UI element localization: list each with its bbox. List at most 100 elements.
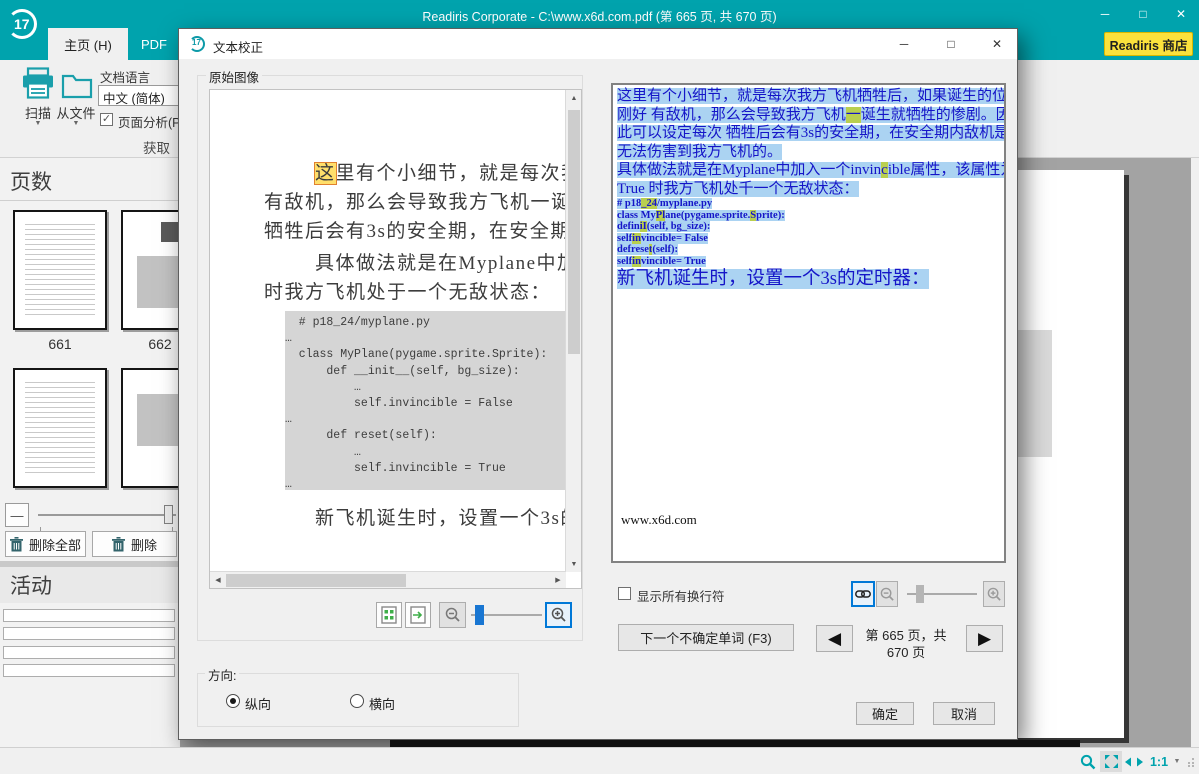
dialog-logo-number: 17 [192, 38, 201, 47]
zoom-ratio-label[interactable]: 1:1 [1146, 751, 1172, 772]
pages-separator [0, 200, 180, 201]
ocr-line[interactable]: selfinvincible= False [613, 233, 1004, 245]
ocr-footer-text: www.x6d.com [621, 512, 697, 528]
app-logo: 17 [0, 0, 48, 60]
original-image-viewer: 这里有个小细节，就是每次我方飞机 有敌机，那么会导致我方飞机一诞生就牺 牺牲后会… [209, 89, 582, 589]
thumbnail-zoom-slider-handle[interactable] [164, 505, 173, 524]
ocr-segment: 无法伤害到我方飞机的。 [617, 144, 782, 160]
readiris-store-button[interactable]: Readiris 商店 [1104, 32, 1193, 56]
search-zoom-icon[interactable] [1078, 751, 1098, 772]
page-analysis-checkbox[interactable]: ✓ [100, 113, 113, 126]
ok-button[interactable]: 确定 [856, 702, 914, 725]
dialog-maximize-button[interactable]: □ [931, 29, 971, 59]
scroll-down-icon[interactable]: ▼ [566, 558, 582, 570]
ocr-segment: 新飞机诞生时，设置一个3s的定时器： [617, 269, 929, 289]
next-uncertain-word-button[interactable]: 下一个不确定单词 (F3) [618, 624, 794, 651]
page-thumbnail-663[interactable] [13, 368, 107, 488]
scan-line-4: 具体做法就是在Myplane中加入一个in [315, 248, 566, 275]
scanned-page[interactable]: 这里有个小细节，就是每次我方飞机 有敌机，那么会导致我方飞机一诞生就牺 牺牲后会… [210, 90, 566, 572]
scan-code-line: … [285, 445, 566, 461]
landscape-radio[interactable] [350, 694, 364, 708]
viewer-zoom-slider-handle[interactable] [475, 605, 484, 625]
link-panels-button[interactable] [851, 581, 875, 607]
portrait-radio[interactable] [226, 694, 240, 708]
ocr-segment: 具体做法就是在Myplane中加入一个invin [617, 162, 881, 178]
ocr-line[interactable]: selfinvincible= True [613, 256, 1004, 268]
show-breaks-checkbox[interactable] [618, 587, 631, 600]
scan-code-line: … [285, 477, 566, 490]
thumbnail-content [25, 382, 95, 474]
scan-code-line: … [285, 331, 566, 347]
window-close-button[interactable]: ✕ [1164, 0, 1198, 28]
chain-link-icon [855, 589, 871, 599]
magnifier-plus-icon [987, 587, 1002, 602]
ocr-line[interactable]: definiI(self, bg_size): [613, 221, 1004, 233]
vertical-scroll-thumb[interactable] [568, 110, 580, 354]
thumbnail-image-block [137, 256, 181, 308]
ocr-segment: class My [617, 210, 656, 221]
horizontal-scroll-thumb[interactable] [226, 574, 406, 587]
ocr-line[interactable]: # p18_24/myplane.py [613, 198, 1004, 210]
text-correction-dialog: 17 文本校正 ─ □ ✕ 原始图像 这里有个小细节，就是每次我方飞机 有敌机，… [178, 28, 1018, 740]
window-maximize-button[interactable]: □ [1126, 0, 1160, 28]
tab-home[interactable]: 主页 (H) [48, 28, 128, 60]
uncertain-word: c [881, 162, 888, 178]
ocr-line[interactable]: 此可以设定每次 牺牲后会有3s的安全期，在安全期内敌机是 [613, 124, 1004, 143]
doc-language-label: 文档语言 [100, 67, 150, 86]
text-zoom-slider-handle[interactable] [916, 585, 924, 603]
radio-dot [230, 698, 236, 704]
scroll-up-icon[interactable]: ▲ [566, 92, 582, 104]
uncertain-word: in [632, 233, 641, 244]
ocr-segment: vincible= True [641, 256, 706, 267]
viewer-zoom-in-button[interactable] [545, 602, 572, 628]
ocr-line[interactable]: defreset(self): [613, 244, 1004, 256]
next-page-button[interactable]: ▶ [966, 625, 1003, 652]
scroll-left-icon[interactable]: ◀ [212, 572, 224, 588]
magnifier-minus-icon [880, 587, 895, 602]
scan-code-line: def reset(self): [285, 428, 566, 444]
vertical-scrollbar[interactable]: ▲ ▼ [565, 90, 581, 572]
viewer-zoom-out-button[interactable] [439, 602, 466, 628]
ocr-line[interactable]: 刚好 有敌机，那么会导致我方飞机一诞生就牺牲的惨剧。因 [613, 106, 1004, 125]
language-select[interactable]: 中文 (简体) [98, 85, 180, 106]
ocr-line[interactable]: 这里有个小细节，就是每次我方飞机牺牲后，如果诞生的位置 [613, 87, 1004, 106]
ocr-text-panel[interactable]: 这里有个小细节，就是每次我方飞机牺牲后，如果诞生的位置刚好 有敌机，那么会导致我… [611, 83, 1006, 563]
direction-group: 纵向 横向 [197, 673, 519, 727]
tab-pdf[interactable]: PDF [128, 28, 180, 60]
text-zoom-in-button[interactable] [983, 581, 1005, 607]
zoom-dropdown-icon[interactable]: ▼ [1172, 751, 1182, 772]
fit-width-view-button[interactable] [405, 602, 431, 628]
activity-progress-bar [3, 664, 175, 677]
ocr-line[interactable]: class MyPlane(pygame.sprite.Sprite): [613, 210, 1004, 222]
delete-all-button[interactable]: 删除全部 [5, 531, 86, 557]
previous-page-button[interactable]: ◀ [816, 625, 853, 652]
ocr-line[interactable]: 无法伤害到我方飞机的。 [613, 143, 1004, 162]
page-analysis-view-button[interactable] [376, 602, 402, 628]
window-minimize-button[interactable]: ─ [1088, 0, 1122, 28]
ocr-segment: self [617, 256, 632, 267]
scroll-right-icon[interactable]: ▶ [552, 572, 564, 588]
ocr-text: 这里有个小细节，就是每次我方飞机牺牲后，如果诞生的位置刚好 有敌机，那么会导致我… [613, 85, 1004, 291]
fit-width-button[interactable] [1124, 751, 1144, 772]
original-image-label: 原始图像 [206, 67, 262, 86]
resize-grip[interactable] [1184, 751, 1196, 772]
acquire-group-label: 获取 [60, 137, 170, 157]
thumbnail-zoom-slider-track[interactable] [38, 514, 176, 516]
delete-button[interactable]: 删除 [92, 531, 177, 557]
fit-page-button[interactable] [1100, 751, 1122, 772]
from-file-dropdown-icon[interactable]: ▼ [52, 120, 100, 127]
ocr-segment: self [617, 233, 632, 244]
page-thumbnail-661[interactable] [13, 210, 107, 330]
horizontal-scrollbar[interactable]: ◀ ▶ [210, 571, 566, 588]
cancel-button[interactable]: 取消 [933, 702, 995, 725]
ocr-line[interactable]: 具体做法就是在Myplane中加入一个invincible属性，该属性为 [613, 161, 1004, 180]
text-zoom-out-button[interactable] [876, 581, 898, 607]
ocr-segment: defin [617, 221, 640, 232]
dialog-close-button[interactable]: ✕ [977, 29, 1017, 59]
dialog-minimize-button[interactable]: ─ [884, 29, 924, 59]
ocr-segment: 诞生就牺牲的惨剧。因 [861, 107, 1006, 123]
document-scrollbar[interactable] [1191, 158, 1199, 747]
ocr-line[interactable]: 新飞机诞生时，设置一个3s的定时器： [613, 267, 1004, 291]
ocr-line[interactable]: True 时我方飞机处千一个无敌状态： [613, 180, 1004, 199]
thumbnail-zoom-out-button[interactable]: — [5, 503, 29, 527]
